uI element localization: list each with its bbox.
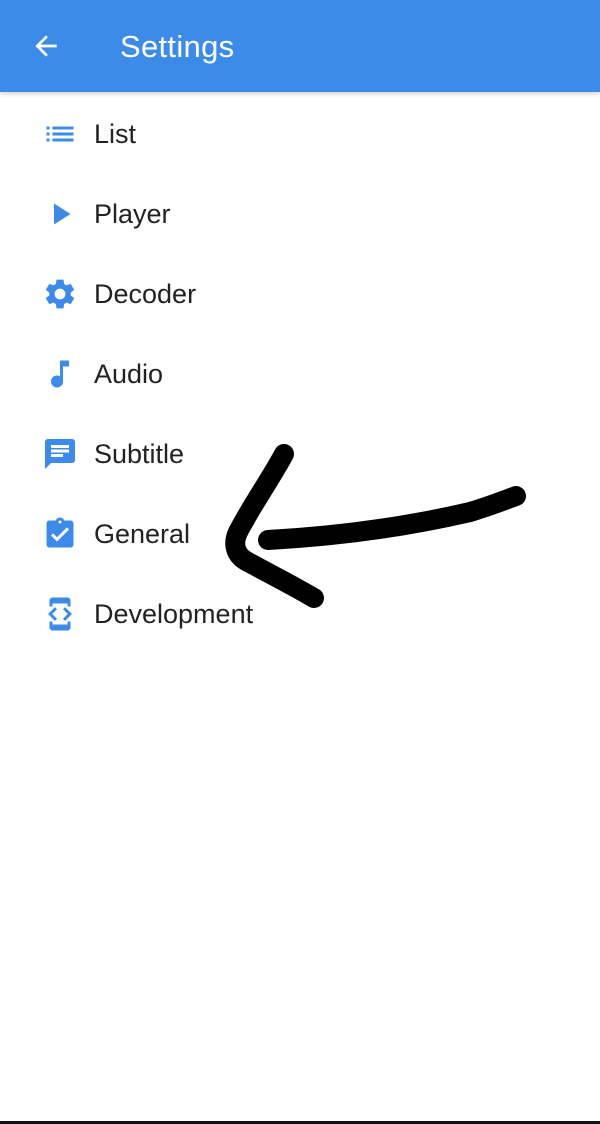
menu-item-label: Audio bbox=[94, 358, 164, 389]
menu-item-label: Development bbox=[94, 598, 254, 629]
page-title: Settings bbox=[120, 29, 235, 64]
menu-item-label: General bbox=[94, 518, 191, 549]
menu-item-development[interactable]: Development bbox=[0, 574, 600, 654]
back-button[interactable] bbox=[22, 22, 70, 70]
music-note-icon bbox=[40, 354, 80, 394]
menu-item-label: Subtitle bbox=[94, 438, 185, 469]
menu-item-general[interactable]: General bbox=[0, 494, 600, 574]
clipboard-check-icon bbox=[40, 514, 80, 554]
arrow-left-icon bbox=[35, 35, 57, 57]
developer-mode-icon bbox=[40, 594, 80, 634]
app-bar: Settings bbox=[0, 0, 600, 92]
chat-icon bbox=[40, 434, 80, 474]
gear-icon bbox=[40, 274, 80, 314]
menu-item-list[interactable]: List bbox=[0, 94, 600, 174]
menu-item-label: List bbox=[94, 118, 137, 149]
menu-item-label: Player bbox=[94, 198, 171, 229]
menu-item-player[interactable]: Player bbox=[0, 174, 600, 254]
settings-menu: List Player Decoder Audio Subtitle Gener… bbox=[0, 94, 600, 654]
menu-item-audio[interactable]: Audio bbox=[0, 334, 600, 414]
play-icon bbox=[40, 194, 80, 234]
menu-item-decoder[interactable]: Decoder bbox=[0, 254, 600, 334]
menu-item-subtitle[interactable]: Subtitle bbox=[0, 414, 600, 494]
menu-item-label: Decoder bbox=[94, 278, 197, 309]
list-icon bbox=[40, 114, 80, 154]
